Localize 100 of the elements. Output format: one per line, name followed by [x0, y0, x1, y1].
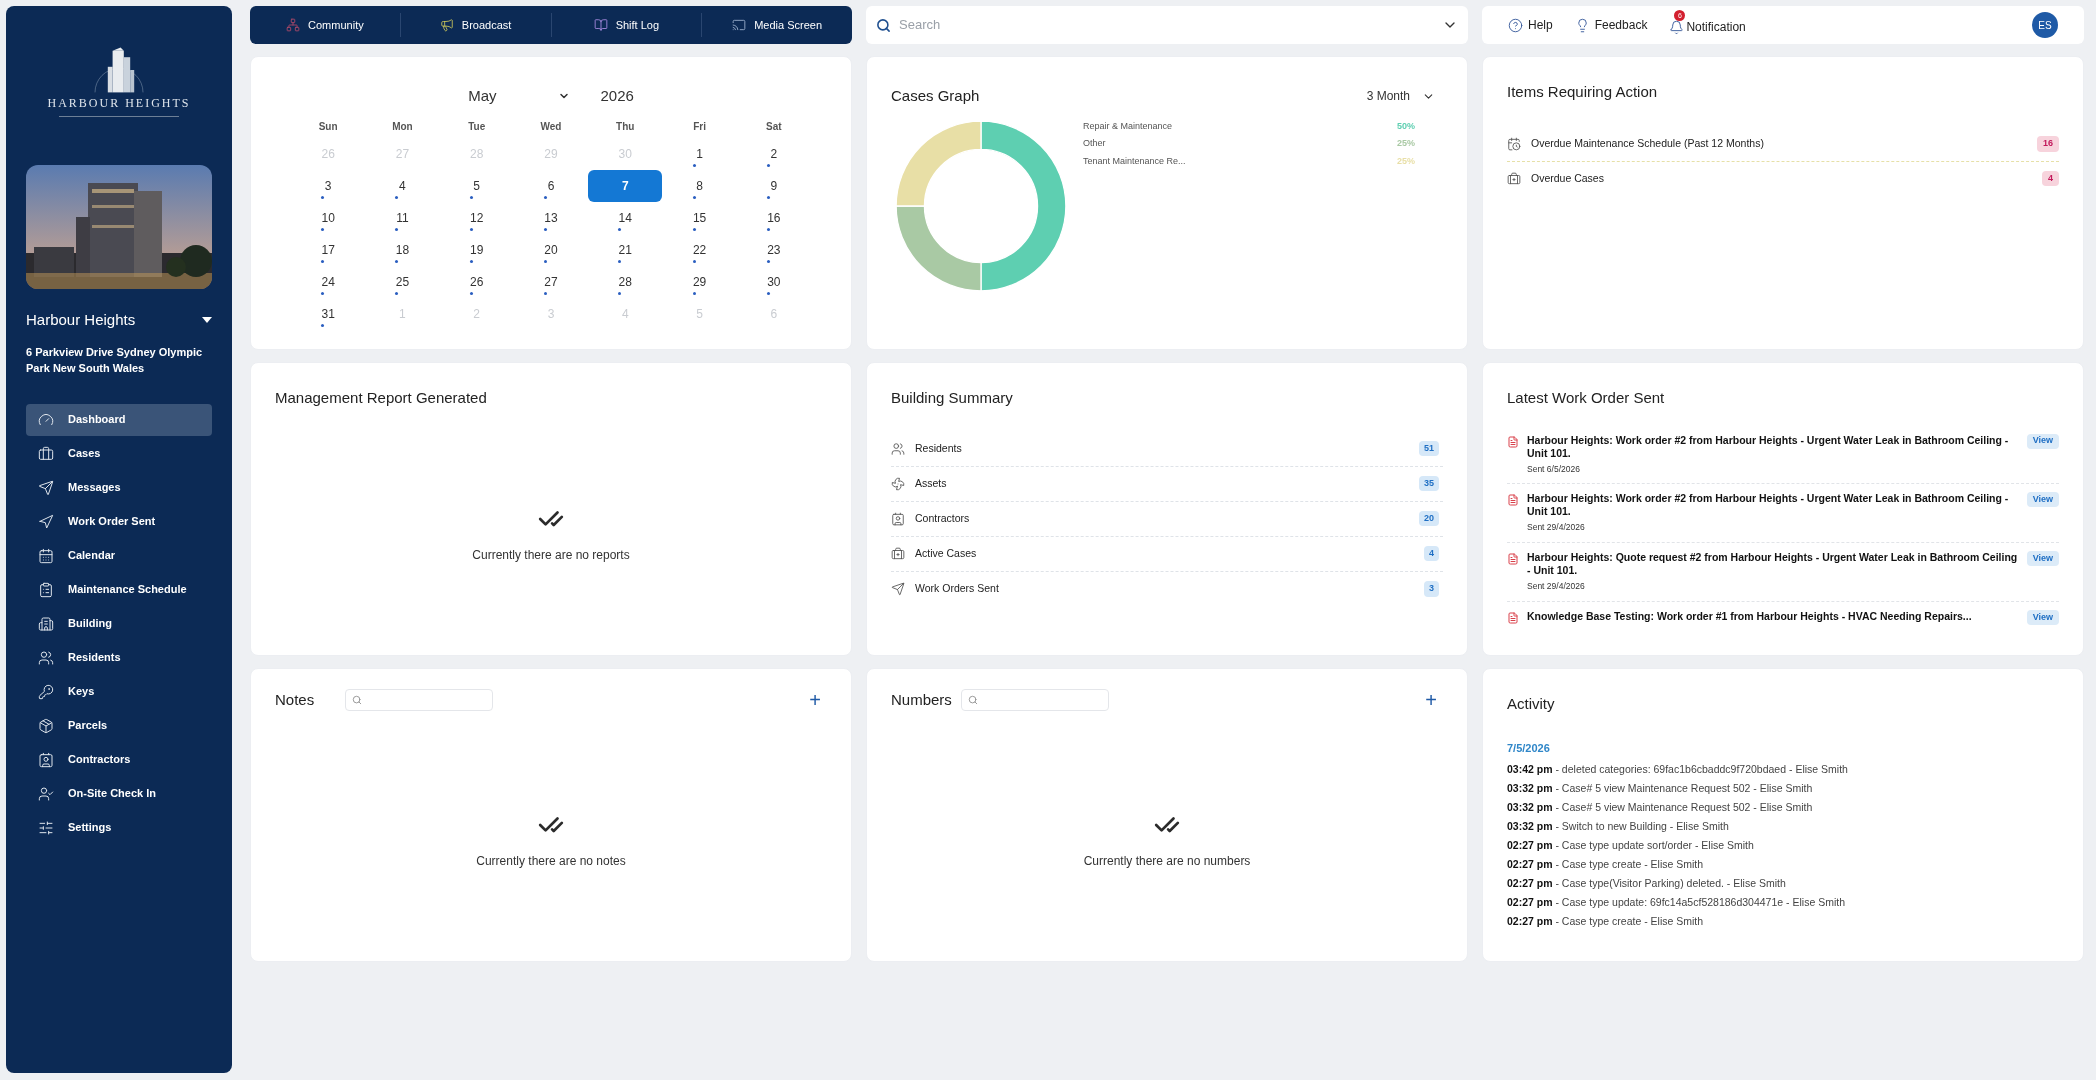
- weekday-label: Sun: [317, 119, 339, 134]
- calendar-day[interactable]: 30: [767, 272, 781, 291]
- sidebar-item[interactable]: Settings: [26, 811, 212, 844]
- period-select[interactable]: 3 Month: [1366, 87, 1435, 106]
- sidebar-item[interactable]: Cases: [26, 437, 212, 470]
- empty-message: Currently there are no notes: [476, 852, 626, 870]
- calendar-day[interactable]: 4: [399, 176, 406, 195]
- calendar-day[interactable]: 17: [321, 240, 335, 259]
- search-icon: [352, 695, 362, 706]
- sidebar-item[interactable]: Dashboard: [26, 403, 212, 436]
- month-select[interactable]: May: [468, 85, 571, 108]
- work-order-title[interactable]: Harbour Heights: Work order #2 from Harbour Heights - Urgent Water Leak in Bathroom Ceiling - Unit 101.: [1527, 492, 2019, 519]
- view-button[interactable]: View: [2026, 551, 2059, 566]
- search-field[interactable]: [961, 689, 1109, 712]
- card-title: Building Summary: [890, 388, 1014, 408]
- calendar-day[interactable]: 21: [618, 240, 632, 259]
- sidebar-item[interactable]: On-Site Check In: [26, 777, 212, 810]
- schedule-icon: [1507, 137, 1521, 151]
- legend-value: 25%: [1397, 154, 1415, 168]
- legend-value: 25%: [1397, 137, 1415, 150]
- calendar-day[interactable]: 20: [544, 240, 558, 259]
- empty-message: Currently there are no numbers: [1083, 852, 1251, 870]
- user-avatar[interactable]: ES: [2032, 12, 2058, 38]
- view-button[interactable]: View: [2026, 609, 2059, 625]
- search-field[interactable]: Search: [866, 6, 1468, 44]
- count-badge: 16: [2037, 136, 2059, 152]
- calendar-day[interactable]: 16: [767, 208, 781, 227]
- calendar-day[interactable]: 10: [321, 208, 335, 227]
- sidebar-item[interactable]: Parcels: [26, 709, 212, 742]
- sidebar-item[interactable]: Work Order Sent: [26, 505, 212, 538]
- calendar-day[interactable]: 29: [692, 272, 707, 291]
- megaphone-icon: [439, 18, 454, 32]
- book-icon: [593, 18, 608, 32]
- sidebar-item[interactable]: Building: [26, 607, 212, 640]
- work-order-title[interactable]: Harbour Heights: Quote request #2 from Harbour Heights - Urgent Water Leak in Bathroom Ceiling - Unit 101.: [1527, 551, 2019, 577]
- calendar-day[interactable]: 6: [547, 176, 555, 195]
- count-badge: 4: [1424, 545, 1439, 562]
- feedback-button[interactable]: Feedback: [1574, 16, 1648, 34]
- calendar-day[interactable]: 31: [321, 304, 335, 323]
- calendar-day[interactable]: 19: [470, 240, 484, 259]
- search-input[interactable]: Search: [899, 15, 1434, 35]
- caret-icon[interactable]: [202, 317, 212, 324]
- calendar-day[interactable]: 9: [770, 176, 778, 195]
- nav-link[interactable]: Shift Log: [551, 16, 702, 34]
- calendar-day[interactable]: 14: [618, 208, 632, 227]
- calendar-day[interactable]: 13: [544, 208, 558, 227]
- year-label[interactable]: 2026: [600, 85, 634, 108]
- sidebar-item[interactable]: Contractors: [26, 743, 212, 776]
- calendar-day[interactable]: 8: [696, 176, 703, 195]
- calendar-day[interactable]: 23: [767, 240, 781, 259]
- summary-row[interactable]: Assets 35: [891, 466, 1443, 502]
- action-item[interactable]: Overdue Maintenance Schedule (Past 12 Months) 16: [1507, 127, 2059, 162]
- view-button[interactable]: View: [2026, 492, 2059, 508]
- sent-date: Sent 29/4/2026: [1527, 580, 1586, 593]
- calendar-day[interactable]: 22: [692, 240, 707, 259]
- document-icon: [1507, 435, 1519, 448]
- calendar-day[interactable]: 3: [324, 176, 332, 195]
- user-check-icon: [38, 785, 54, 802]
- action-item[interactable]: Overdue Cases 4: [1507, 161, 2059, 196]
- work-order-title[interactable]: Harbour Heights: Work order #2 from Harbour Heights - Urgent Water Leak in Bathroom Ceiling - Unit 101.: [1527, 433, 2019, 460]
- sidebar-item[interactable]: Calendar: [26, 539, 212, 572]
- calendar-day[interactable]: 15: [692, 208, 707, 227]
- sidebar-item[interactable]: Residents: [26, 641, 212, 674]
- calendar-day[interactable]: 27: [544, 272, 558, 291]
- sidebar-item[interactable]: Maintenance Schedule: [26, 573, 212, 606]
- help-button[interactable]: Help: [1508, 16, 1553, 34]
- calendar-day[interactable]: 12: [470, 208, 484, 227]
- count-badge: 35: [1419, 475, 1439, 492]
- calendar-day[interactable]: 26: [470, 272, 484, 291]
- card-title: Cases Graph: [891, 86, 980, 106]
- nav-link[interactable]: Community: [250, 16, 400, 34]
- search-field[interactable]: [345, 689, 493, 712]
- card-title: Items Requiring Action: [1506, 82, 1659, 102]
- count-badge: 20: [1419, 510, 1439, 527]
- add-button[interactable]: +: [1425, 690, 1437, 711]
- nav-link[interactable]: Media Screen: [702, 16, 852, 34]
- calendar-day[interactable]: 7: [588, 169, 663, 202]
- calendar-day[interactable]: 2: [770, 144, 778, 163]
- calendar-day[interactable]: 25: [395, 272, 410, 291]
- summary-row[interactable]: Residents 51: [891, 431, 1443, 467]
- calendar-day[interactable]: 28: [618, 272, 632, 291]
- calendar-day[interactable]: 1: [696, 144, 703, 163]
- view-button[interactable]: View: [2026, 433, 2059, 449]
- nav-link[interactable]: Broadcast: [400, 16, 551, 34]
- summary-row[interactable]: Contractors 20: [891, 501, 1443, 537]
- sidebar-item[interactable]: Keys: [26, 675, 212, 708]
- calendar-day[interactable]: 18: [395, 240, 410, 259]
- users-icon: [891, 441, 905, 456]
- summary-row[interactable]: Active Cases 4: [891, 536, 1443, 572]
- card-title: Activity: [1506, 694, 1556, 714]
- work-order-title[interactable]: Knowledge Base Testing: Work order #1 from Harbour Heights - HVAC Needing Repairs...: [1527, 609, 2019, 623]
- calendar-day[interactable]: 5: [473, 176, 481, 195]
- calendar-day[interactable]: 11: [396, 208, 409, 227]
- summary-row[interactable]: Work Orders Sent 3: [891, 571, 1443, 607]
- sidebar-item[interactable]: Messages: [26, 471, 212, 504]
- add-button[interactable]: +: [809, 690, 821, 711]
- building-address: 6 Parkview Drive Sydney Olympic Park New South Wales: [26, 344, 204, 376]
- calendar-day[interactable]: 24: [321, 272, 335, 291]
- search-icon: [876, 17, 891, 33]
- card-title: Notes: [275, 690, 316, 710]
